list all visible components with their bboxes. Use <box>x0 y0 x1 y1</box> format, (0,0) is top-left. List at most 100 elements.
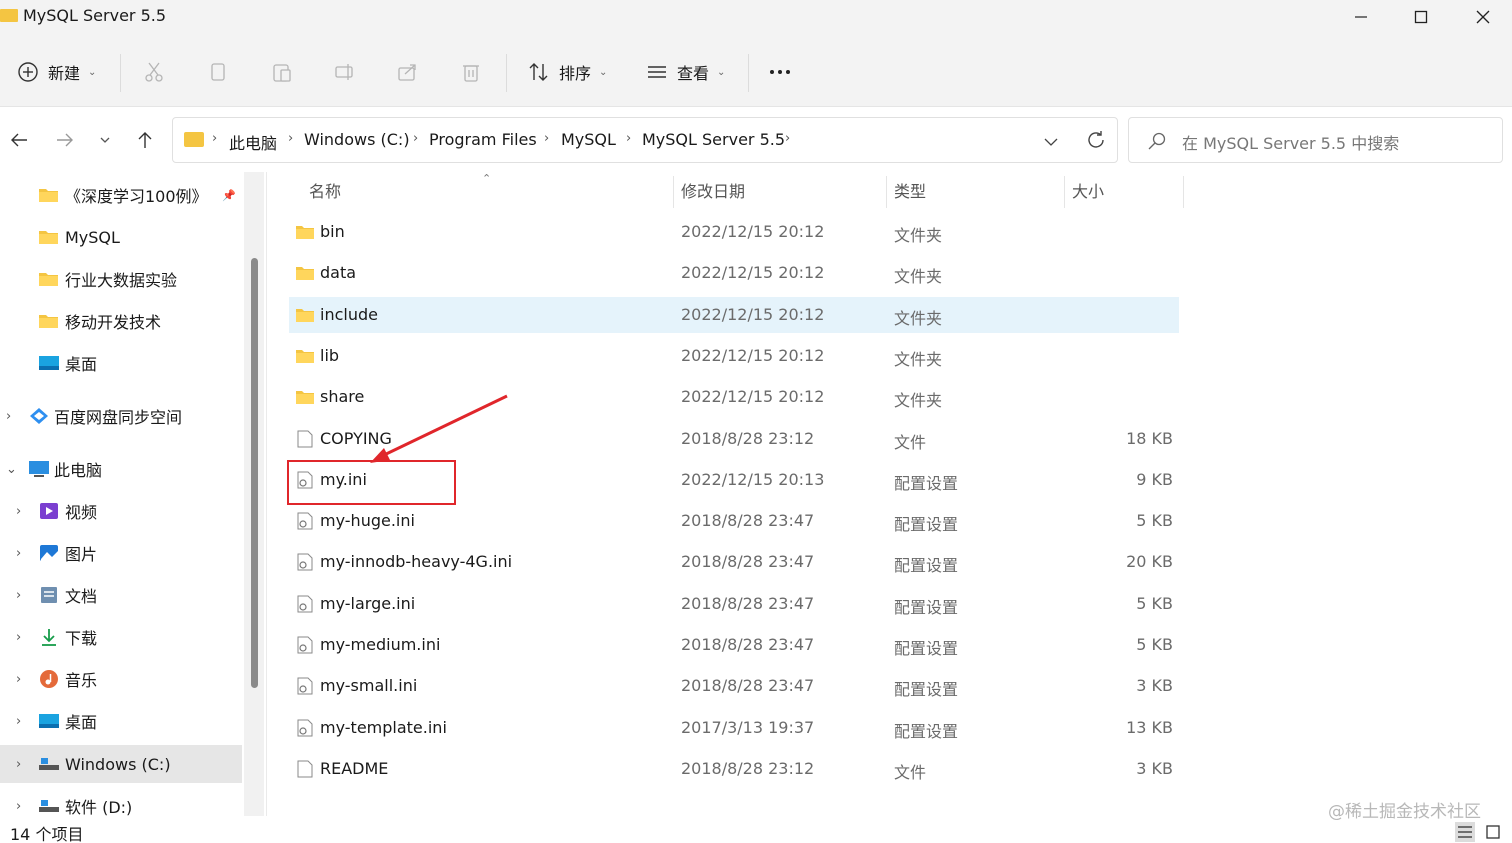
chevron-down-icon[interactable]: ⌄ <box>6 462 17 477</box>
file-row[interactable]: README 2018/8/28 23:12 文件 3 KB <box>289 751 1179 787</box>
file-type: 配置设置 <box>894 556 959 576</box>
file-row[interactable]: my-huge.ini 2018/8/28 23:47 配置设置 5 KB <box>289 503 1179 539</box>
sidebar-item[interactable]: › 百度网盘同步空间 <box>0 397 242 435</box>
column-header-name[interactable]: 名称 <box>309 178 341 202</box>
file-row[interactable]: lib 2022/12/15 20:12 文件夹 <box>289 338 1179 374</box>
sidebar-item-label: 下载 <box>65 629 98 648</box>
file-row[interactable]: my-template.ini 2017/3/13 19:37 配置设置 13 KB <box>289 710 1179 746</box>
maximize-button[interactable] <box>1390 0 1452 34</box>
details-view-button[interactable] <box>1455 822 1475 842</box>
search-input[interactable]: 在 MySQL Server 5.5 中搜索 <box>1128 117 1503 163</box>
sidebar-item[interactable]: › 视频 <box>0 492 242 530</box>
sidebar-item[interactable]: › Windows (C:) <box>0 745 242 783</box>
delete-icon <box>457 58 485 86</box>
cut-button[interactable] <box>140 52 168 92</box>
column-header-size[interactable]: 大小 <box>1072 178 1104 202</box>
file-row[interactable]: my-medium.ini 2018/8/28 23:47 配置设置 5 KB <box>289 627 1179 663</box>
sidebar-item[interactable]: MySQL <box>0 218 242 256</box>
sidebar-item-label: 视频 <box>65 503 98 522</box>
sidebar-item[interactable]: 《深度学习100例》 📌 <box>0 176 242 214</box>
delete-button[interactable] <box>457 52 485 92</box>
refresh-button[interactable] <box>1085 129 1107 155</box>
column-divider[interactable] <box>1064 176 1065 208</box>
file-row[interactable]: data 2022/12/15 20:12 文件夹 <box>289 255 1179 291</box>
status-bar: 14 个项目 <box>0 816 1512 843</box>
refresh-icon <box>1088 131 1104 148</box>
maximize-icon <box>1414 10 1428 24</box>
chevron-right-icon[interactable]: › <box>16 546 21 561</box>
sidebar-item[interactable]: › 桌面 <box>0 702 242 740</box>
paste-icon <box>268 58 296 86</box>
folder-icon <box>184 132 204 147</box>
file-row[interactable]: my-innodb-heavy-4G.ini 2018/8/28 23:47 配置设… <box>289 544 1179 580</box>
back-button[interactable] <box>4 125 34 155</box>
file-size: 20 KB <box>1126 552 1173 572</box>
sidebar-item[interactable]: › 图片 <box>0 534 242 572</box>
file-size: 3 KB <box>1136 758 1173 778</box>
sidebar-item-label: 移动开发技术 <box>65 313 162 332</box>
close-button[interactable] <box>1452 0 1512 34</box>
breadcrumb-this-pc[interactable]: 此电脑 <box>229 130 277 154</box>
column-header-date[interactable]: 修改日期 <box>681 178 745 202</box>
sidebar-item[interactable]: › 音乐 <box>0 660 242 698</box>
sort-ascending-icon: ⌃ <box>482 172 492 185</box>
sidebar-scrollbar-thumb[interactable] <box>251 258 258 688</box>
chevron-right-icon[interactable]: › <box>16 672 21 687</box>
file-name: my-innodb-heavy-4G.ini <box>320 552 513 572</box>
column-divider[interactable] <box>673 176 674 208</box>
sidebar-item[interactable]: › 文档 <box>0 576 242 614</box>
folder-icon <box>0 9 18 22</box>
rename-button[interactable] <box>331 52 359 92</box>
file-type: 文件夹 <box>894 391 943 411</box>
breadcrumb-mysql-server[interactable]: MySQL Server 5.5 <box>642 130 785 149</box>
column-divider[interactable] <box>886 176 887 208</box>
column-header-type[interactable]: 类型 <box>894 178 926 202</box>
chevron-right-icon[interactable]: › <box>16 799 21 814</box>
file-row[interactable]: my-large.ini 2018/8/28 23:47 配置设置 5 KB <box>289 586 1179 622</box>
chevron-right-icon[interactable]: › <box>6 409 11 424</box>
sidebar-item[interactable]: ⌄ 此电脑 <box>0 450 242 488</box>
sidebar-item[interactable]: › 下载 <box>0 618 242 656</box>
file-type: 文件 <box>894 432 927 452</box>
chevron-right-icon[interactable]: › <box>16 757 21 772</box>
file-row[interactable]: my-small.ini 2018/8/28 23:47 配置设置 3 KB <box>289 668 1179 704</box>
breadcrumb-windows-c[interactable]: Windows (C:) <box>304 130 410 149</box>
address-dropdown-button[interactable] <box>1043 133 1059 152</box>
breadcrumb-mysql[interactable]: MySQL <box>561 130 616 149</box>
share-icon <box>394 58 422 86</box>
chevron-right-icon: › <box>544 131 550 146</box>
sidebar-item[interactable]: 行业大数据实验 <box>0 260 242 298</box>
file-row[interactable]: bin 2022/12/15 20:12 文件夹 <box>289 214 1179 250</box>
up-button[interactable] <box>130 125 160 155</box>
column-divider[interactable] <box>1183 176 1184 208</box>
video-icon <box>38 501 58 519</box>
recent-locations-button[interactable] <box>90 125 120 155</box>
file-modified-date: 2022/12/15 20:12 <box>681 222 825 241</box>
chevron-right-icon[interactable]: › <box>16 630 21 645</box>
sort-button[interactable]: 排序 ⌄ <box>525 52 607 92</box>
address-bar[interactable]: › 此电脑 › Windows (C:) › Program Files › M… <box>172 117 1118 163</box>
sidebar-item[interactable]: 移动开发技术 <box>0 302 242 340</box>
more-options-button[interactable] <box>766 52 794 92</box>
view-button[interactable]: 查看 ⌄ <box>643 52 725 92</box>
minimize-button[interactable] <box>1330 0 1392 34</box>
sidebar-item[interactable]: 桌面 <box>0 344 242 382</box>
file-modified-date: 2022/12/15 20:12 <box>681 345 825 365</box>
paste-button[interactable] <box>268 52 296 92</box>
file-modified-date: 2018/8/28 23:12 <box>681 428 815 448</box>
folder-icon <box>295 306 315 323</box>
new-button[interactable]: 新建 ⌄ <box>14 52 96 92</box>
breadcrumb-program-files[interactable]: Program Files <box>429 130 537 149</box>
file-icon <box>295 760 315 778</box>
file-row[interactable]: include 2022/12/15 20:12 文件夹 <box>289 296 1179 333</box>
item-count: 14 个项目 <box>10 825 84 843</box>
chevron-right-icon[interactable]: › <box>16 504 21 519</box>
tiles-view-button[interactable] <box>1483 822 1503 842</box>
chevron-right-icon[interactable]: › <box>16 714 21 729</box>
file-name: include <box>320 304 378 324</box>
chevron-right-icon[interactable]: › <box>16 588 21 603</box>
forward-button[interactable] <box>50 125 80 155</box>
copy-button[interactable] <box>204 52 232 92</box>
folder-icon <box>295 388 315 405</box>
share-button[interactable] <box>394 52 422 92</box>
